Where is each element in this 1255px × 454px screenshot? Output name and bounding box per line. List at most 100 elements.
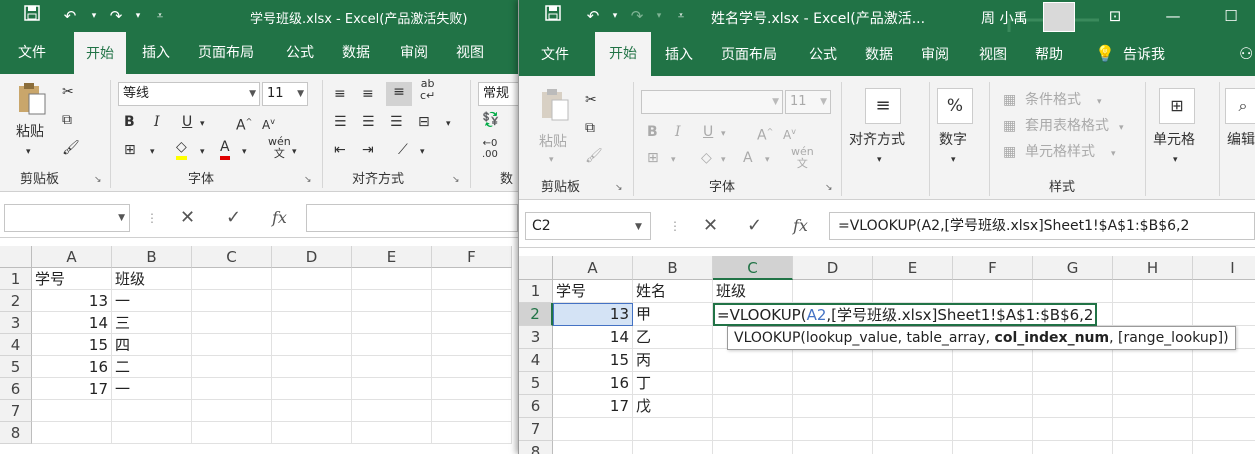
table-cell[interactable]	[432, 290, 512, 312]
table-cell[interactable]	[1033, 349, 1113, 372]
bold-icon[interactable]: B	[647, 122, 658, 142]
row-header[interactable]: 8	[519, 441, 553, 454]
table-cell[interactable]	[432, 268, 512, 290]
function-tooltip[interactable]: VLOOKUP(lookup_value, table_array, col_i…	[727, 326, 1236, 350]
paste-button[interactable]: 粘贴	[539, 132, 567, 152]
column-header[interactable]: G	[1033, 256, 1113, 280]
table-cell[interactable]	[1113, 372, 1193, 395]
cancel-icon[interactable]: ✕	[180, 206, 195, 230]
table-cell[interactable]	[793, 372, 873, 395]
table-cell[interactable]	[713, 441, 793, 454]
number-dropdown-icon[interactable]: ▾	[951, 150, 956, 170]
borders-icon[interactable]: ⊞	[124, 140, 136, 160]
table-cell[interactable]	[192, 422, 272, 444]
table-cell[interactable]	[352, 312, 432, 334]
column-header[interactable]: D	[793, 256, 873, 280]
row-header[interactable]: 6	[0, 378, 32, 400]
row-header[interactable]: 5	[519, 372, 553, 395]
align-right-icon[interactable]: ☰	[390, 112, 403, 132]
fill-color-dropdown-icon[interactable]: ▾	[721, 150, 726, 170]
enter-icon[interactable]: ✓	[226, 206, 241, 230]
font-color-dropdown-icon[interactable]: ▾	[765, 150, 770, 170]
redo-dropdown-icon[interactable]: ▾	[126, 4, 150, 28]
fill-color-icon[interactable]: ◇	[176, 138, 187, 160]
tab-review[interactable]: 审阅	[921, 45, 949, 65]
table-cell[interactable]	[1113, 280, 1193, 303]
font-color-icon[interactable]: A	[220, 138, 230, 160]
save-icon[interactable]	[20, 4, 44, 28]
paste-dropdown-icon[interactable]: ▾	[549, 150, 554, 170]
fill-color-dropdown-icon[interactable]: ▾	[200, 142, 205, 162]
table-cell[interactable]	[1193, 303, 1255, 326]
chevron-down-icon[interactable]: ▾	[1119, 118, 1124, 138]
cells-icon[interactable]: ⊞	[1159, 88, 1195, 124]
table-cell[interactable]	[873, 349, 953, 372]
table-cell[interactable]: 戊	[633, 395, 713, 418]
table-cell[interactable]	[432, 400, 512, 422]
table-cell[interactable]: 15	[553, 349, 633, 372]
paste-button[interactable]: 粘贴	[16, 122, 44, 142]
tell-me-search[interactable]: 告诉我	[1123, 45, 1165, 65]
table-cell[interactable]	[432, 334, 512, 356]
table-cell[interactable]: 姓名	[633, 280, 713, 303]
table-cell[interactable]	[272, 378, 352, 400]
editing-button[interactable]: 编辑	[1227, 130, 1255, 150]
table-cell[interactable]: 一	[112, 290, 192, 312]
italic-icon[interactable]: I	[154, 112, 160, 132]
select-all-corner[interactable]	[0, 246, 32, 268]
row-header[interactable]: 2	[0, 290, 32, 312]
row-header[interactable]: 6	[519, 395, 553, 418]
row-header[interactable]: 3	[0, 312, 32, 334]
table-cell[interactable]	[432, 312, 512, 334]
table-cell[interactable]	[432, 422, 512, 444]
table-cell[interactable]: 15	[32, 334, 112, 356]
font-name-combo[interactable]: 等线 ▼	[118, 82, 260, 106]
table-cell[interactable]: 丙	[633, 349, 713, 372]
row-header[interactable]: 8	[0, 422, 32, 444]
cell-styles-button[interactable]: 单元格样式	[1025, 142, 1095, 162]
font-launcher-icon[interactable]: ↘	[304, 170, 312, 190]
table-cell[interactable]	[793, 395, 873, 418]
borders-dropdown-icon[interactable]: ▾	[150, 142, 155, 162]
table-cell[interactable]	[873, 372, 953, 395]
format-painter-icon[interactable]: 🖌	[62, 138, 80, 158]
clipboard-launcher-icon[interactable]: ↘	[615, 178, 623, 198]
font-color-icon[interactable]: A	[743, 148, 753, 168]
table-cell[interactable]	[873, 280, 953, 303]
row-header[interactable]: 3	[519, 326, 553, 349]
table-cell[interactable]	[873, 441, 953, 454]
table-cell[interactable]	[192, 378, 272, 400]
redo-icon[interactable]: ↷	[104, 4, 128, 28]
accounting-format-icon[interactable]: 💱	[482, 110, 499, 130]
chevron-down-icon[interactable]: ▾	[1111, 144, 1116, 164]
underline-dropdown-icon[interactable]: ▾	[721, 124, 726, 144]
column-header[interactable]: I	[1193, 256, 1255, 280]
table-cell[interactable]: 17	[32, 378, 112, 400]
table-cell[interactable]	[192, 334, 272, 356]
table-cell[interactable]	[1193, 395, 1255, 418]
increase-font-icon[interactable]: A^	[236, 112, 252, 136]
table-cell[interactable]	[432, 378, 512, 400]
table-cell[interactable]	[272, 290, 352, 312]
table-cell[interactable]	[272, 268, 352, 290]
phonetic-icon[interactable]: wén 文	[268, 136, 291, 160]
percent-icon[interactable]: %	[937, 88, 973, 124]
customize-qat-icon[interactable]: ⩡	[148, 4, 172, 28]
table-cell[interactable]	[713, 395, 793, 418]
undo-dropdown-icon[interactable]: ▾	[603, 4, 627, 28]
table-cell[interactable]	[793, 441, 873, 454]
table-cell[interactable]	[352, 334, 432, 356]
table-cell[interactable]	[793, 280, 873, 303]
sheet-grid[interactable]: A B C D E F G H I 1 学号 姓名 班级 2 13 甲 3 14 乙 4 15 丙 5 16 丁 6 17 戊 7 8 =V…	[519, 256, 1255, 454]
row-header[interactable]: 7	[0, 400, 32, 422]
column-header[interactable]: C	[713, 256, 793, 280]
table-cell[interactable]	[32, 422, 112, 444]
insert-function-icon[interactable]: fx	[272, 206, 287, 230]
cells-button[interactable]: 单元格	[1153, 130, 1195, 150]
row-header[interactable]: 4	[519, 349, 553, 372]
align-left-icon[interactable]: ☰	[334, 112, 347, 132]
row-header[interactable]: 4	[0, 334, 32, 356]
tab-insert[interactable]: 插入	[665, 45, 693, 65]
save-icon[interactable]	[541, 4, 565, 28]
table-cell[interactable]	[713, 349, 793, 372]
